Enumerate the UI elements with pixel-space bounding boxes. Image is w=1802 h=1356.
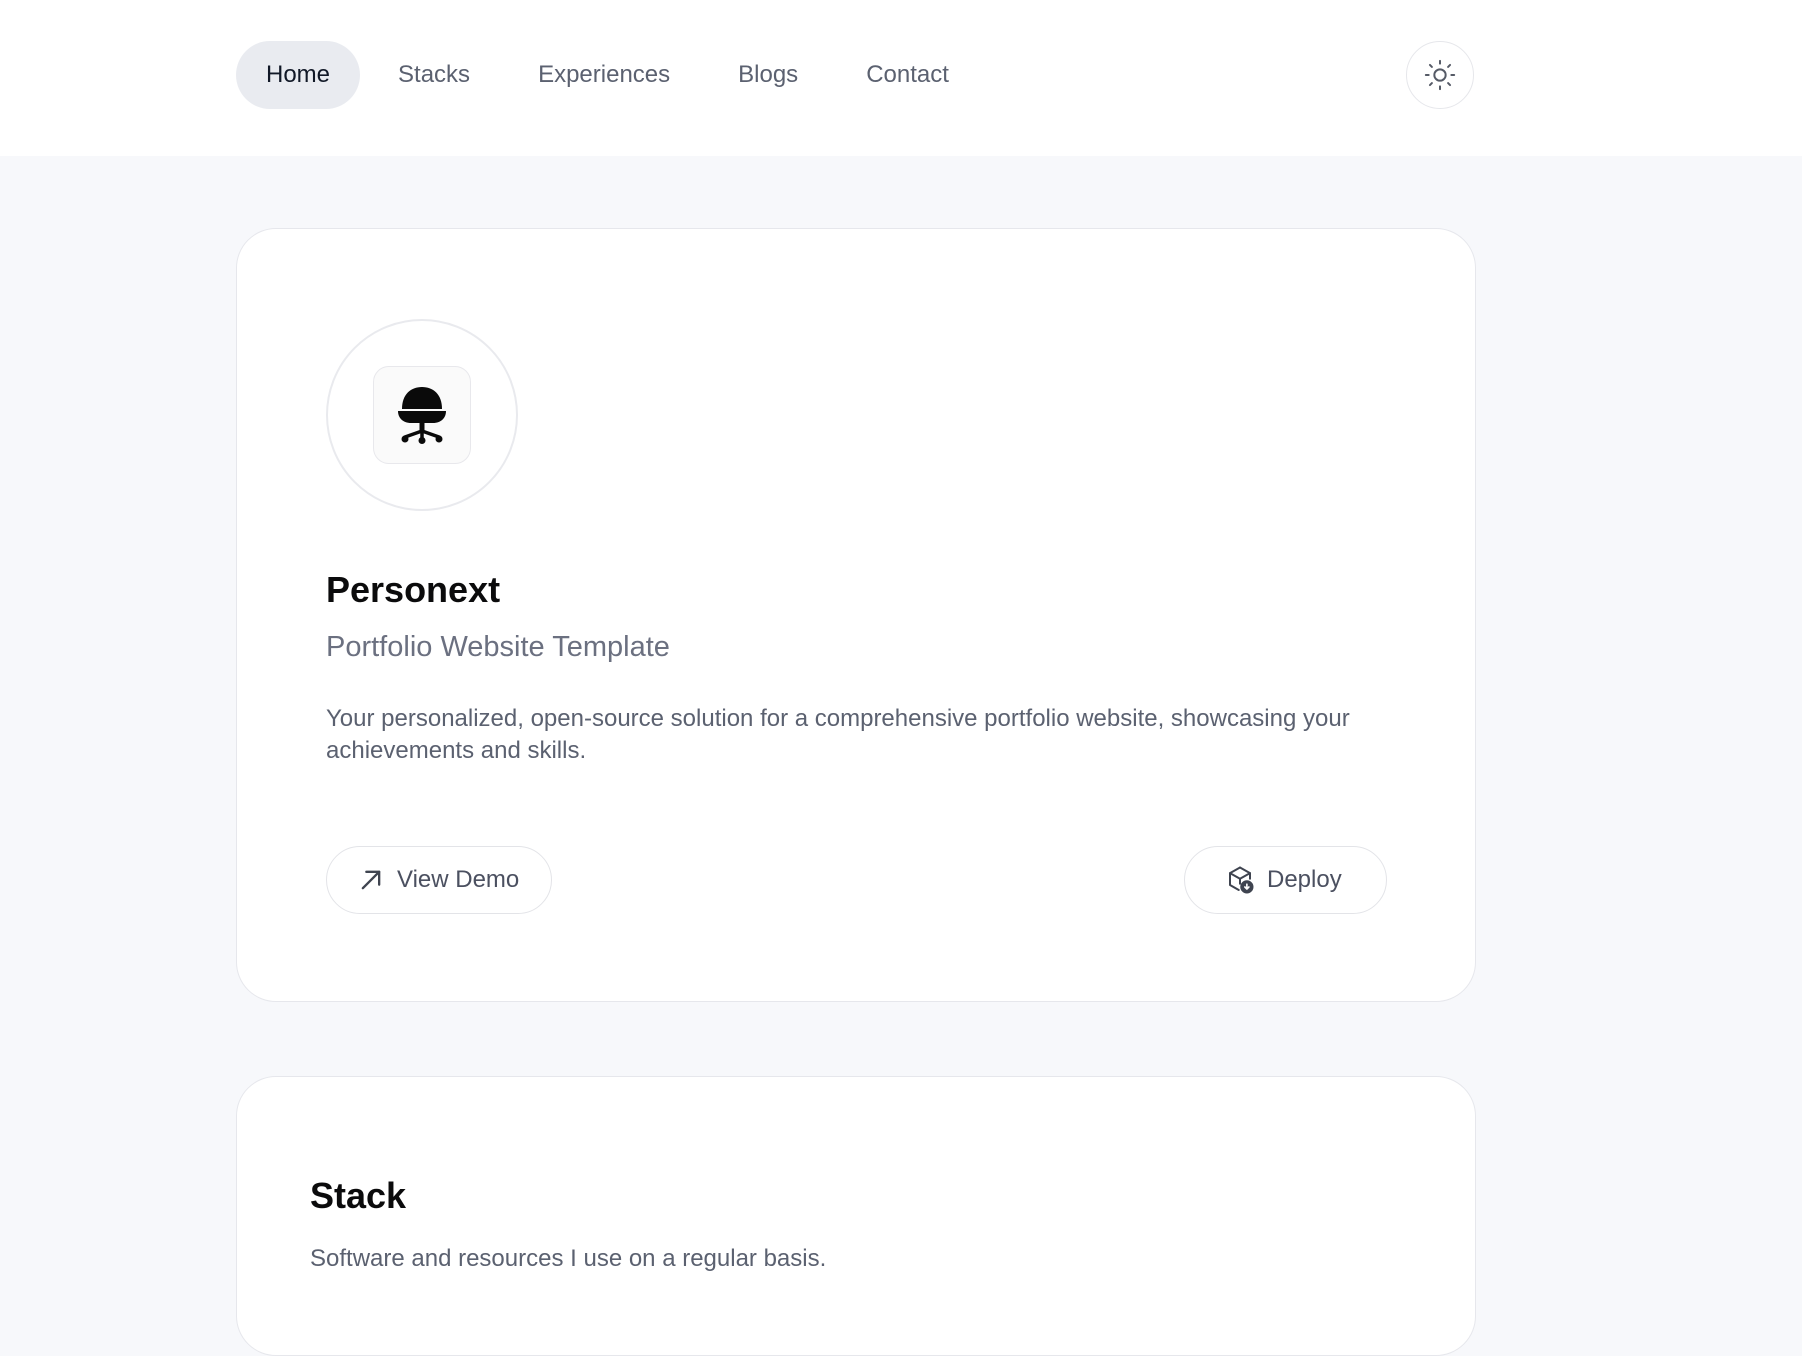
- hero-subtitle: Portfolio Website Template: [326, 631, 670, 663]
- hero-description: Your personalized, open-source solution …: [326, 705, 1350, 764]
- deploy-button[interactable]: Deploy: [1184, 846, 1387, 914]
- nav-item-blogs[interactable]: Blogs: [708, 41, 828, 109]
- main-nav: Home Stacks Experiences Blogs Contact: [236, 41, 987, 109]
- stack-section-title: Stack: [310, 1175, 407, 1216]
- sun-icon: [1424, 59, 1456, 91]
- nav-item-experiences[interactable]: Experiences: [508, 41, 700, 109]
- stack-card: Stack Software and resources I use on a …: [236, 1076, 1476, 1356]
- deploy-label: Deploy: [1267, 866, 1342, 893]
- nav-item-contact[interactable]: Contact: [836, 41, 979, 109]
- package-deploy-icon: [1225, 865, 1255, 895]
- hero-card: Personext Portfolio Website Template You…: [236, 228, 1476, 1002]
- nav-item-stacks[interactable]: Stacks: [368, 41, 500, 109]
- arrow-up-right-icon: [357, 866, 385, 894]
- nav-item-home[interactable]: Home: [236, 41, 361, 109]
- hero-title: Personext: [326, 569, 501, 610]
- theme-toggle-button[interactable]: [1406, 41, 1474, 109]
- logo-avatar: [326, 319, 518, 511]
- view-demo-label: View Demo: [397, 866, 520, 893]
- view-demo-button[interactable]: View Demo: [326, 846, 552, 914]
- office-chair-icon: [398, 387, 446, 444]
- top-navigation-bar: Home Stacks Experiences Blogs Contact: [0, 0, 1802, 156]
- logo-tile: [373, 366, 471, 464]
- stack-section-description: Software and resources I use on a regula…: [310, 1245, 827, 1272]
